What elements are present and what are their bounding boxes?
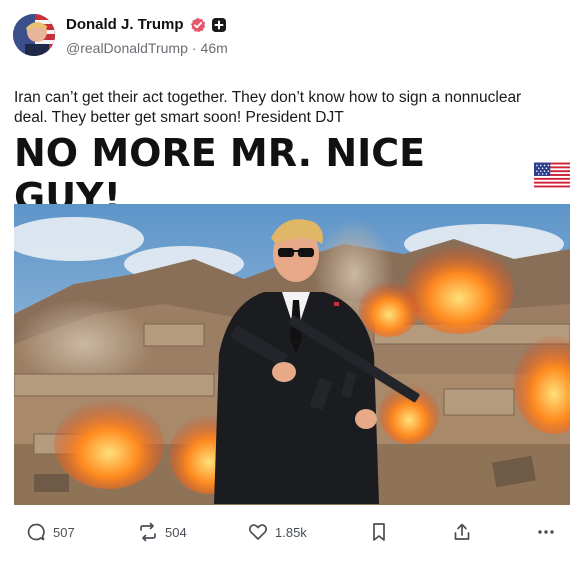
avatar-image — [13, 14, 55, 56]
repost-icon — [140, 522, 156, 542]
reply-button[interactable]: 507 — [26, 522, 75, 542]
avatar[interactable] — [13, 14, 55, 56]
media-image — [14, 204, 570, 505]
more-icon — [538, 530, 554, 534]
action-bar: 507 504 1.85k — [0, 522, 579, 550]
more-options-button[interactable] — [536, 522, 556, 542]
reply-icon — [27, 523, 45, 541]
reply-count: 507 — [53, 524, 75, 540]
author-handle[interactable]: @realDonaldTrump — [66, 40, 188, 56]
share-icon — [454, 523, 470, 540]
bookmark-button[interactable] — [371, 522, 387, 542]
author-name[interactable]: Donald J. Trump — [66, 16, 184, 33]
heart-icon — [248, 524, 268, 540]
handle-separator: · — [191, 40, 197, 56]
plus-badge-icon — [211, 17, 226, 32]
repost-button[interactable]: 504 — [138, 522, 187, 542]
verified-badge-icon — [190, 17, 205, 32]
like-button[interactable]: 1.85k — [248, 522, 307, 542]
scene-illustration — [14, 204, 570, 505]
repost-count: 504 — [165, 524, 187, 540]
post-text: Iran can’t get their act together. They … — [14, 89, 522, 126]
us-flag-icon — [533, 162, 570, 188]
post-media[interactable]: NO MORE MR. NICE GUY! — [14, 131, 570, 505]
like-count: 1.85k — [275, 524, 307, 540]
share-button[interactable] — [452, 522, 472, 542]
bookmark-icon — [373, 523, 385, 541]
post-time[interactable]: 46m — [201, 40, 228, 56]
media-headline-row: NO MORE MR. NICE GUY! — [14, 131, 570, 219]
